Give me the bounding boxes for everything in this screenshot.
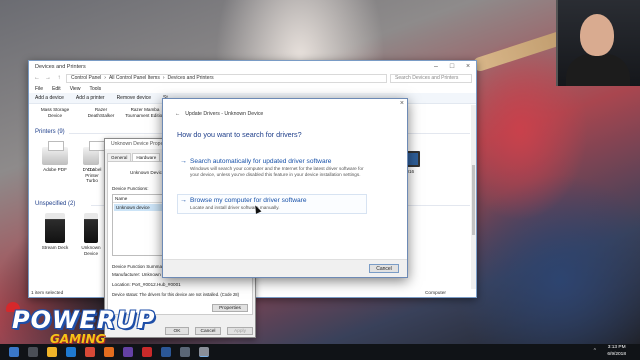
back-icon[interactable]: ←	[175, 111, 180, 117]
menu-edit[interactable]: Edit	[52, 86, 61, 92]
explorer-title: Devices and Printers	[35, 63, 86, 70]
devices-printers-task-icon[interactable]	[199, 347, 209, 357]
update-dialog-header: ← Update Drivers - Unknown Device	[175, 111, 263, 117]
cancel-button[interactable]: Cancel	[369, 264, 399, 273]
powerup-gaming-logo: POWERUP GAMING	[6, 302, 154, 348]
maximize-icon[interactable]: □	[444, 63, 460, 70]
update-dialog-footer: Cancel	[163, 259, 407, 277]
stream-deck-icon	[45, 213, 65, 243]
device-stream-deck[interactable]: Stream Deck	[35, 213, 75, 251]
taskbar: ^ 3:13 PM 6/9/2018	[0, 344, 640, 360]
clock-time: 3:13 PM	[607, 345, 626, 350]
unspecified-group-header[interactable]: Unspecified (2)	[35, 201, 75, 207]
menu-tools[interactable]: Tools	[89, 86, 101, 92]
breadcrumb-control-panel[interactable]: Control Panel	[71, 75, 101, 81]
file-explorer-icon[interactable]	[47, 347, 57, 357]
task-view-icon[interactable]	[28, 347, 38, 357]
manufacturer-text: Manufacturer: Unknown	[112, 272, 161, 277]
printers-group-header[interactable]: Printers (9)	[35, 129, 65, 135]
address-bar[interactable]: Control Panel › All Control Panel Items …	[66, 73, 387, 83]
webcam-person-body	[566, 54, 630, 86]
taskbar-clock[interactable]: 3:13 PM 6/9/2018	[607, 345, 626, 358]
obs-icon[interactable]	[104, 347, 114, 357]
device-name: Unknown Device	[130, 170, 165, 175]
add-printer-button[interactable]: Add a printer	[76, 95, 105, 101]
printer-icon	[83, 141, 105, 165]
option2-description: Locate and install driver software manua…	[190, 205, 280, 210]
edge-icon[interactable]	[66, 347, 76, 357]
twitch-icon[interactable]	[123, 347, 133, 357]
up-icon[interactable]: ↑	[55, 75, 63, 81]
address-row: ← → ↑ Control Panel › All Control Panel …	[29, 72, 476, 84]
location-text: Location: Port_#0012.Hub_#0001	[112, 282, 181, 287]
option1-description: Windows will search your computer and th…	[190, 166, 364, 177]
properties-button[interactable]: Properties	[212, 304, 248, 312]
arrow-right-icon: →	[180, 197, 187, 204]
printer-icon	[42, 141, 68, 165]
webcam-overlay	[556, 0, 640, 86]
device-mass-storage[interactable]: Mass Storage Device	[35, 107, 75, 118]
menu-bar: File Edit View Tools	[29, 84, 476, 93]
clock-date: 6/9/2018	[607, 351, 626, 357]
cancel-button[interactable]: Cancel	[195, 327, 221, 335]
add-device-button[interactable]: Add a device	[35, 95, 64, 101]
device-unknown[interactable]: Unknown Device	[77, 213, 105, 256]
update-dialog-title: Update Drivers - Unknown Device	[185, 111, 264, 117]
search-automatically-option[interactable]: → Search automatically for updated drive…	[177, 155, 367, 180]
forward-icon[interactable]: →	[44, 75, 52, 81]
printer-dy-label[interactable]: DY Label Printer Turbo	[79, 167, 105, 184]
apply-button[interactable]: Apply	[227, 327, 253, 335]
vertical-scrollbar[interactable]	[471, 105, 476, 289]
remove-device-button[interactable]: Remove device	[117, 95, 151, 101]
chrome-icon[interactable]	[85, 347, 95, 357]
back-icon[interactable]: ←	[33, 75, 41, 81]
close-icon[interactable]: ×	[400, 100, 404, 107]
breadcrumb-all-items[interactable]: All Control Panel Items	[109, 75, 160, 81]
control-panel-icon[interactable]	[180, 347, 190, 357]
scrollbar-thumb[interactable]	[472, 165, 475, 235]
summary-label: Device Function Summary	[112, 264, 166, 269]
search-placeholder: Search Devices and Printers	[395, 75, 459, 81]
start-icon[interactable]	[9, 347, 19, 357]
explorer-titlebar: Devices and Printers – □ ×	[29, 61, 476, 72]
search-input[interactable]: Search Devices and Printers	[390, 73, 472, 83]
tab-hardware[interactable]: Hardware	[132, 153, 161, 161]
browse-computer-option[interactable]: → Browse my computer for driver software…	[177, 194, 367, 214]
update-question: How do you want to search for drivers?	[177, 130, 302, 139]
arrow-right-icon: →	[180, 158, 187, 165]
option1-title: Search automatically for updated driver …	[190, 158, 332, 165]
unknown-device-icon	[84, 213, 98, 243]
tab-general[interactable]: General	[107, 153, 132, 161]
option2-title: Browse my computer for driver software	[190, 197, 307, 204]
close-icon[interactable]: ×	[460, 63, 476, 70]
breadcrumb-devices-printers[interactable]: Devices and Printers	[168, 75, 214, 81]
device-functions-label: Device Functions:	[112, 186, 149, 191]
menu-view[interactable]: View	[70, 86, 81, 92]
device-status-text: Device status: The drivers for this devi…	[112, 292, 240, 297]
tray-chevron-icon[interactable]: ^	[594, 348, 596, 354]
ok-button[interactable]: OK	[165, 327, 189, 335]
pdf-icon[interactable]	[142, 347, 152, 357]
status-computer: Computer	[424, 290, 446, 296]
minimize-icon[interactable]: –	[428, 63, 444, 70]
device-razer-mamba[interactable]: Razer Mamba Tournament Edition	[125, 107, 165, 118]
webcam-person-head	[580, 14, 614, 56]
menu-file[interactable]: File	[35, 86, 43, 92]
update-drivers-dialog: × ← Update Drivers - Unknown Device How …	[162, 98, 408, 278]
status-selection: 1 item selected	[31, 290, 64, 296]
device-razer-deathstalker[interactable]: Razer DeathStalker	[81, 107, 121, 118]
printer-adobe-pdf[interactable]: Adobe PDF	[35, 141, 75, 173]
word-icon[interactable]	[161, 347, 171, 357]
logo-line1: POWERUP	[12, 306, 156, 334]
